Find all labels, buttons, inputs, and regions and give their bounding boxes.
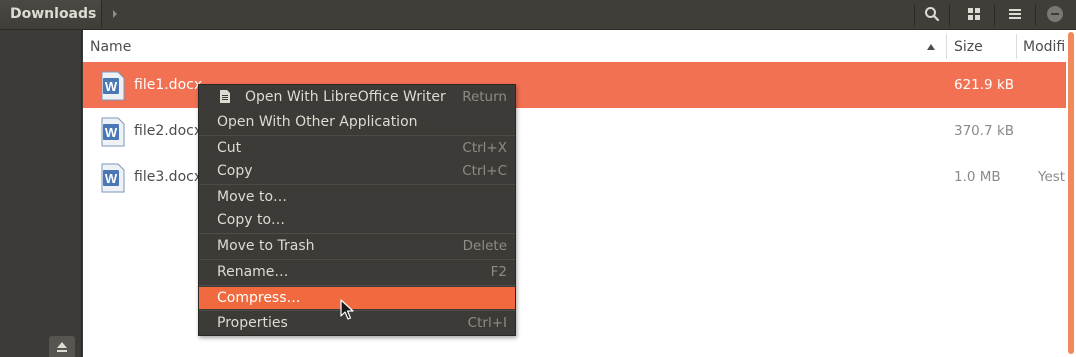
- column-header: Name Size Modifi: [83, 30, 1066, 63]
- eject-button[interactable]: [49, 336, 75, 357]
- menu-item-copy[interactable]: Copy Ctrl+C: [199, 159, 515, 183]
- search-icon: [925, 7, 940, 22]
- menu-item-label: Properties: [217, 315, 288, 331]
- file-size: 621.9 kB: [954, 77, 1015, 93]
- vertical-scrollbar[interactable]: [1066, 30, 1076, 357]
- menu-item-accel: Return: [462, 89, 507, 105]
- view-toggle-button[interactable]: [957, 0, 991, 28]
- menu-item-label: Move to…: [217, 189, 288, 205]
- toolbar-divider: [994, 4, 995, 26]
- menu-item-move-to[interactable]: Move to…: [199, 185, 515, 209]
- toolbar-divider: [1035, 4, 1036, 26]
- column-divider[interactable]: [946, 34, 947, 59]
- file-modified: Yest: [1038, 169, 1066, 185]
- hamburger-menu-icon: [1009, 9, 1021, 19]
- path-label: Downloads: [10, 6, 97, 22]
- menu-item-label: Open With LibreOffice Writer: [245, 89, 446, 105]
- svg-text:W: W: [105, 125, 118, 140]
- document-icon: [220, 90, 230, 103]
- menu-item-accel: Ctrl+C: [462, 163, 507, 179]
- menu-item-move-to-trash[interactable]: Move to Trash Delete: [199, 234, 515, 258]
- column-name[interactable]: Name: [90, 30, 131, 63]
- file-name: file1.docx: [134, 77, 203, 93]
- menu-button[interactable]: [998, 0, 1032, 28]
- file-name: file3.docx: [134, 169, 203, 185]
- word-document-icon: W: [101, 117, 125, 147]
- column-modified[interactable]: Modifi: [1023, 30, 1065, 63]
- menu-item-label: Move to Trash: [217, 238, 315, 254]
- menu-item-open-with-other[interactable]: Open With Other Application: [199, 110, 515, 134]
- toolbar-divider: [949, 4, 950, 26]
- menu-item-compress[interactable]: Compress…: [199, 287, 515, 309]
- menu-item-label: Copy to…: [217, 212, 286, 228]
- menu-item-rename[interactable]: Rename… F2: [199, 260, 515, 284]
- file-size: 370.7 kB: [954, 123, 1015, 139]
- scrollbar-thumb[interactable]: [1068, 32, 1074, 354]
- mouse-pointer-icon: [340, 299, 354, 320]
- sort-ascending-icon: [926, 30, 936, 63]
- path-button-downloads[interactable]: Downloads: [0, 0, 102, 28]
- menu-item-accel: Delete: [462, 238, 507, 254]
- file-name: file2.docx: [134, 123, 203, 139]
- grid-view-icon: [968, 8, 980, 20]
- word-document-icon: W: [101, 71, 125, 101]
- menu-item-label: Open With Other Application: [217, 114, 418, 130]
- menu-item-label: Rename…: [217, 264, 289, 280]
- menu-item-label: Copy: [217, 163, 253, 179]
- menu-item-label: Compress…: [217, 290, 301, 306]
- eject-icon: [57, 341, 67, 352]
- menu-separator: [199, 285, 515, 286]
- svg-text:W: W: [105, 171, 118, 186]
- header-bar: Downloads: [0, 0, 1076, 30]
- menu-item-copy-to[interactable]: Copy to…: [199, 208, 515, 232]
- chevron-right-icon[interactable]: [103, 0, 127, 28]
- sidebar: [0, 30, 82, 357]
- menu-item-label: Cut: [217, 140, 242, 156]
- svg-text:W: W: [105, 79, 118, 94]
- minimize-button[interactable]: [1038, 0, 1072, 28]
- file-size: 1.0 MB: [954, 169, 1001, 185]
- search-button[interactable]: [915, 0, 949, 28]
- word-document-icon: W: [101, 163, 125, 193]
- menu-item-accel: F2: [490, 264, 507, 280]
- column-size[interactable]: Size: [954, 30, 983, 63]
- column-divider[interactable]: [1016, 34, 1017, 59]
- menu-item-properties[interactable]: Properties Ctrl+I: [199, 311, 515, 335]
- menu-item-accel: Ctrl+I: [467, 315, 507, 331]
- context-menu: Open With LibreOffice Writer Return Open…: [198, 84, 516, 336]
- minimize-icon: [1047, 6, 1063, 22]
- menu-item-open-with-libreoffice[interactable]: Open With LibreOffice Writer Return: [199, 85, 515, 109]
- menu-item-cut[interactable]: Cut Ctrl+X: [199, 136, 515, 160]
- menu-item-accel: Ctrl+X: [462, 140, 507, 156]
